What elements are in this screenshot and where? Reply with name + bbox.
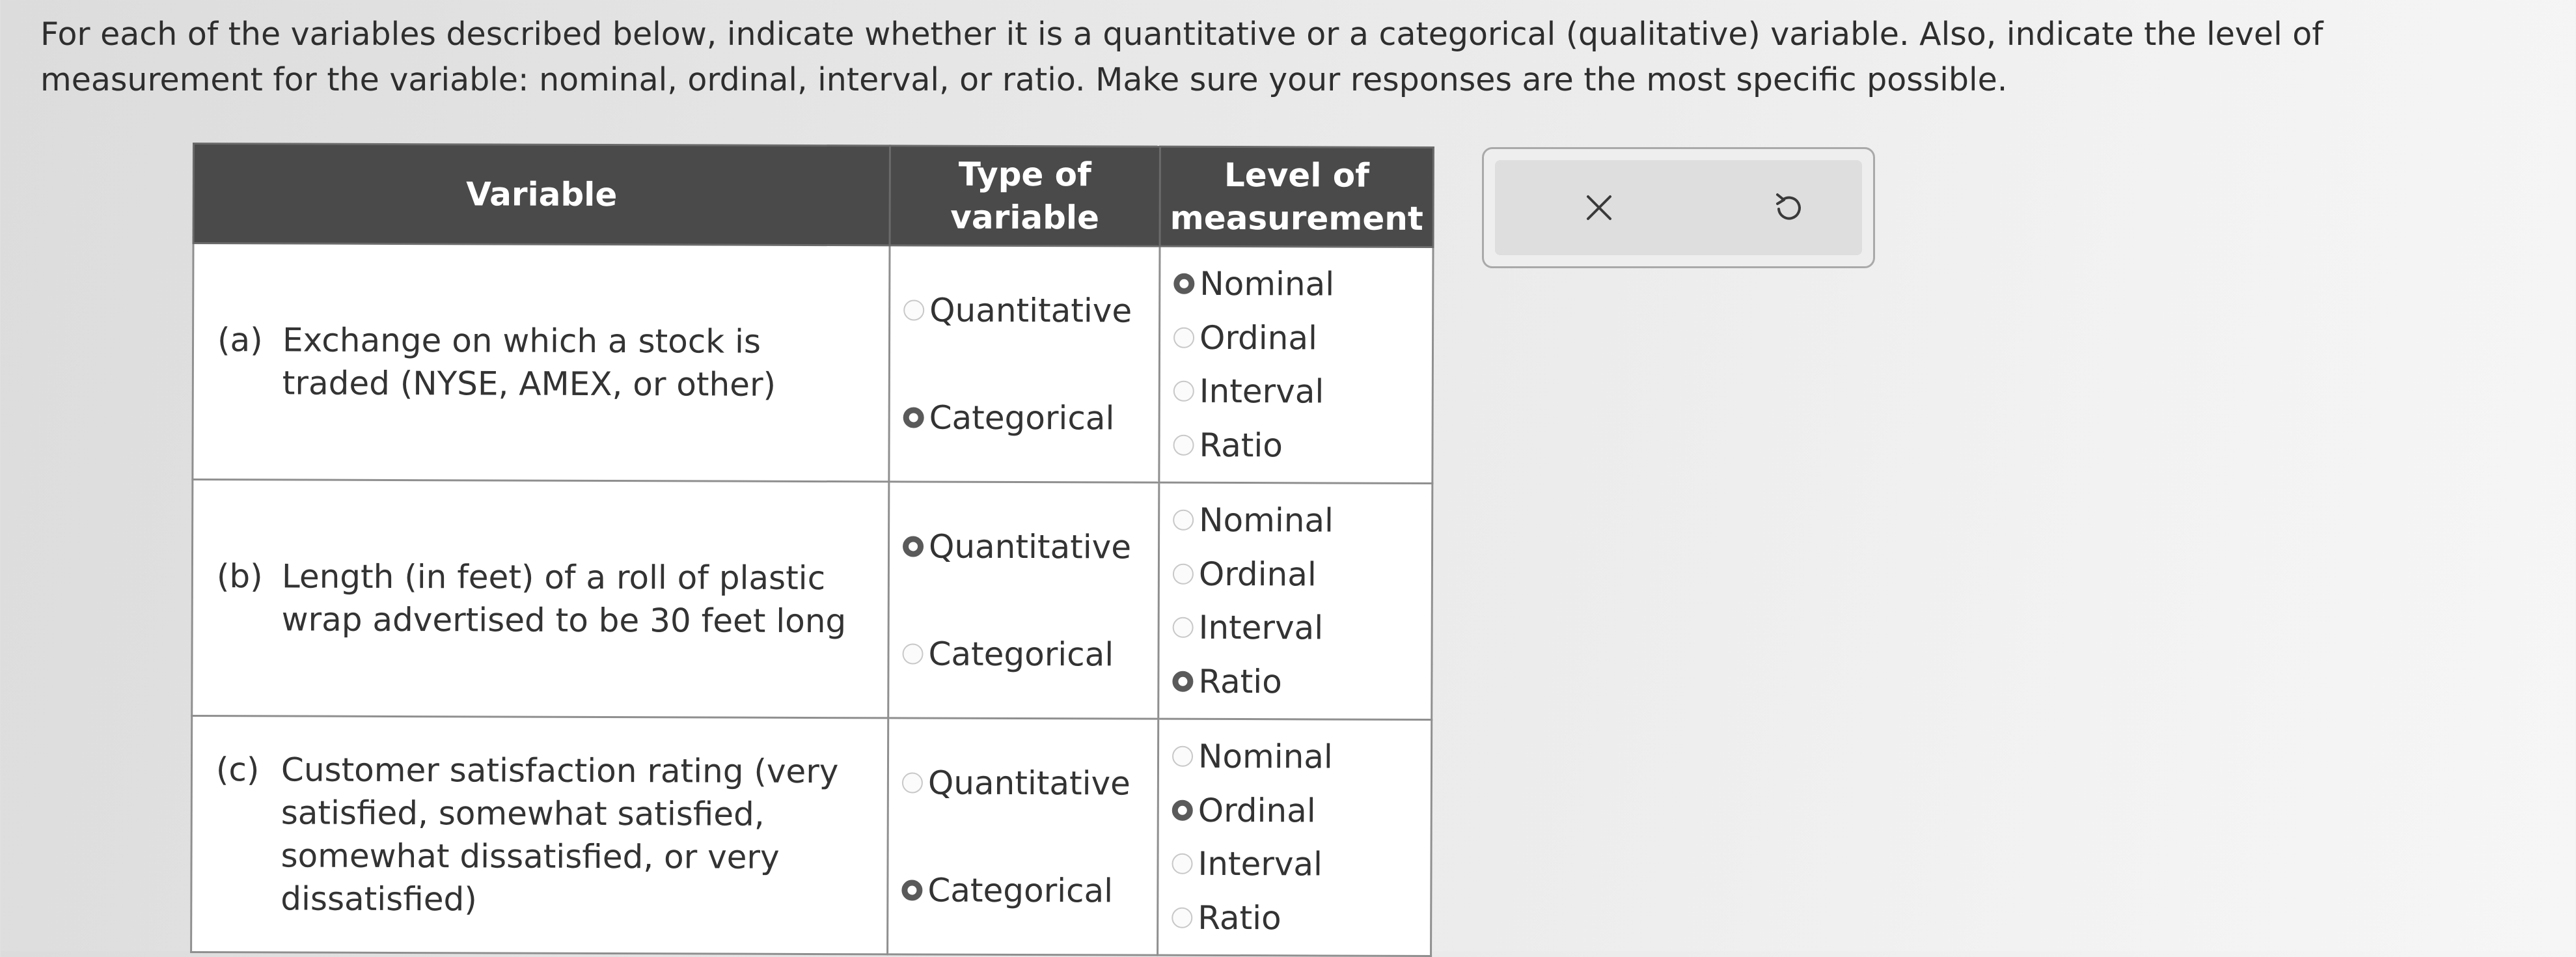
radio-label: Nominal (1199, 265, 1335, 303)
radio-interval-b[interactable]: Interval (1172, 606, 1418, 650)
radio-label: Ratio (1199, 426, 1283, 465)
answer-tools-bar (1495, 160, 1862, 255)
variable-description-c: Customer satisfaction rating (very satis… (281, 751, 839, 919)
radio-ordinal-a[interactable]: Ordinal (1173, 316, 1419, 359)
radio-ratio-b[interactable]: Ratio (1172, 659, 1418, 703)
radio-button-icon[interactable] (1173, 380, 1194, 402)
radio-label: Interval (1198, 845, 1323, 883)
classification-table: Variable Type of variable Level of measure… (190, 143, 1435, 957)
radio-button-icon[interactable] (1172, 907, 1193, 928)
radio-button-icon[interactable] (1172, 799, 1193, 821)
radio-categorical-c[interactable]: Categorical (901, 868, 1144, 912)
radio-label: Ratio (1198, 662, 1282, 701)
level-radio-group-a: Nominal Ordinal Interval Ratio (1173, 257, 1419, 473)
instructions-text: For each of the variables described belo… (40, 16, 2323, 98)
radio-label: Interval (1198, 609, 1324, 647)
radio-button-icon[interactable] (1173, 434, 1194, 456)
radio-label: Ratio (1198, 898, 1281, 937)
radio-label: Quantitative (929, 291, 1132, 330)
radio-label: Ordinal (1198, 555, 1317, 594)
variable-prefix-b: (b) (216, 557, 263, 596)
undo-icon (1770, 189, 1806, 229)
radio-button-icon[interactable] (1172, 745, 1194, 768)
table-body: (a) Exchange on which a stock is traded (… (191, 243, 1434, 956)
variable-text-c: (c) Customer satisfaction rating (very sa… (215, 748, 861, 922)
level-radio-group-b: Nominal Ordinal Interval Ratio (1172, 493, 1418, 709)
radio-button-icon[interactable] (1173, 509, 1194, 531)
radio-quantitative-a[interactable]: Quantitative (903, 288, 1145, 332)
radio-label: Categorical (927, 871, 1114, 909)
radio-label: Ordinal (1198, 791, 1316, 830)
variable-text-a: (a) Exchange on which a stock is traded (… (217, 318, 862, 406)
level-cell-c: Nominal Ordinal Interval Ratio (1157, 719, 1432, 956)
radio-ratio-c[interactable]: Ratio (1172, 896, 1417, 939)
variable-cell-c: (c) Customer satisfaction rating (very sa… (191, 715, 888, 954)
radio-button-icon[interactable] (901, 879, 923, 901)
type-radio-group-b: Quantitative Categorical (902, 492, 1145, 708)
table-header-row: Variable Type of variable Level of measure… (193, 143, 1434, 247)
table-row: (b) Length (in feet) of a roll of plastic… (191, 479, 1433, 720)
clear-button[interactable] (1560, 160, 1638, 258)
level-cell-b: Nominal Ordinal Interval Ratio (1158, 482, 1433, 720)
radio-label: Interval (1199, 372, 1324, 411)
radio-label: Nominal (1198, 738, 1333, 776)
radio-nominal-b[interactable]: Nominal (1173, 499, 1418, 542)
radio-ratio-a[interactable]: Ratio (1173, 423, 1418, 467)
radio-button-icon[interactable] (1173, 327, 1195, 348)
radio-ordinal-c[interactable]: Ordinal (1172, 788, 1418, 832)
header-type-of-variable: Type of variable (890, 145, 1160, 247)
radio-button-icon[interactable] (1172, 563, 1194, 585)
header-variable: Variable (193, 143, 890, 245)
radio-interval-a[interactable]: Interval (1173, 370, 1419, 413)
radio-label: Categorical (929, 398, 1115, 437)
variable-cell-a: (a) Exchange on which a stock is traded (… (192, 243, 890, 482)
variable-description-a: Exchange on which a stock is traded (NYS… (282, 321, 776, 404)
radio-label: Quantitative (928, 527, 1132, 566)
radio-button-icon[interactable] (901, 771, 923, 794)
radio-nominal-c[interactable]: Nominal (1172, 735, 1418, 779)
radio-categorical-a[interactable]: Categorical (903, 396, 1145, 439)
radio-interval-c[interactable]: Interval (1172, 842, 1417, 886)
radio-categorical-b[interactable]: Categorical (902, 632, 1144, 676)
radio-label: Categorical (928, 635, 1114, 673)
answer-tools-panel (1482, 147, 1875, 268)
table-row: (a) Exchange on which a stock is traded (… (192, 243, 1434, 484)
type-radio-group-c: Quantitative Categorical (901, 728, 1144, 944)
table-row: (c) Customer satisfaction rating (very sa… (191, 715, 1432, 956)
variable-text-b: (b) Length (in feet) of a roll of plastic… (217, 555, 862, 643)
type-radio-group-a: Quantitative Categorical (903, 256, 1145, 471)
radio-button-icon[interactable] (902, 643, 924, 665)
close-icon (1583, 191, 1615, 227)
variable-prefix-c: (c) (215, 751, 260, 789)
radio-button-icon[interactable] (1172, 853, 1193, 875)
radio-button-icon[interactable] (1172, 671, 1194, 692)
level-radio-group-c: Nominal Ordinal Interval Ratio (1172, 730, 1418, 945)
variable-cell-b: (b) Length (in feet) of a roll of plastic… (191, 479, 889, 718)
type-cell-a: Quantitative Categorical (888, 245, 1160, 483)
level-cell-a: Nominal Ordinal Interval Ratio (1158, 246, 1434, 484)
radio-quantitative-b[interactable]: Quantitative (903, 525, 1145, 568)
radio-button-icon[interactable] (903, 535, 924, 557)
radio-button-icon[interactable] (903, 406, 924, 428)
radio-label: Quantitative (927, 764, 1130, 803)
header-level-of-measurement: Level of measurement (1160, 146, 1434, 247)
variable-prefix-a: (a) (217, 321, 263, 359)
type-cell-c: Quantitative Categorical (887, 717, 1158, 956)
radio-label: Ordinal (1199, 318, 1318, 357)
variable-description-b: Length (in feet) of a roll of plastic wr… (281, 557, 847, 641)
radio-button-icon[interactable] (903, 299, 925, 321)
radio-button-icon[interactable] (1172, 617, 1194, 639)
radio-quantitative-c[interactable]: Quantitative (901, 761, 1144, 805)
undo-button[interactable] (1749, 160, 1827, 258)
radio-button-icon[interactable] (1173, 273, 1195, 295)
radio-nominal-a[interactable]: Nominal (1173, 262, 1419, 306)
type-cell-b: Quantitative Categorical (888, 481, 1159, 719)
radio-ordinal-b[interactable]: Ordinal (1172, 552, 1418, 596)
radio-label: Nominal (1199, 501, 1334, 540)
